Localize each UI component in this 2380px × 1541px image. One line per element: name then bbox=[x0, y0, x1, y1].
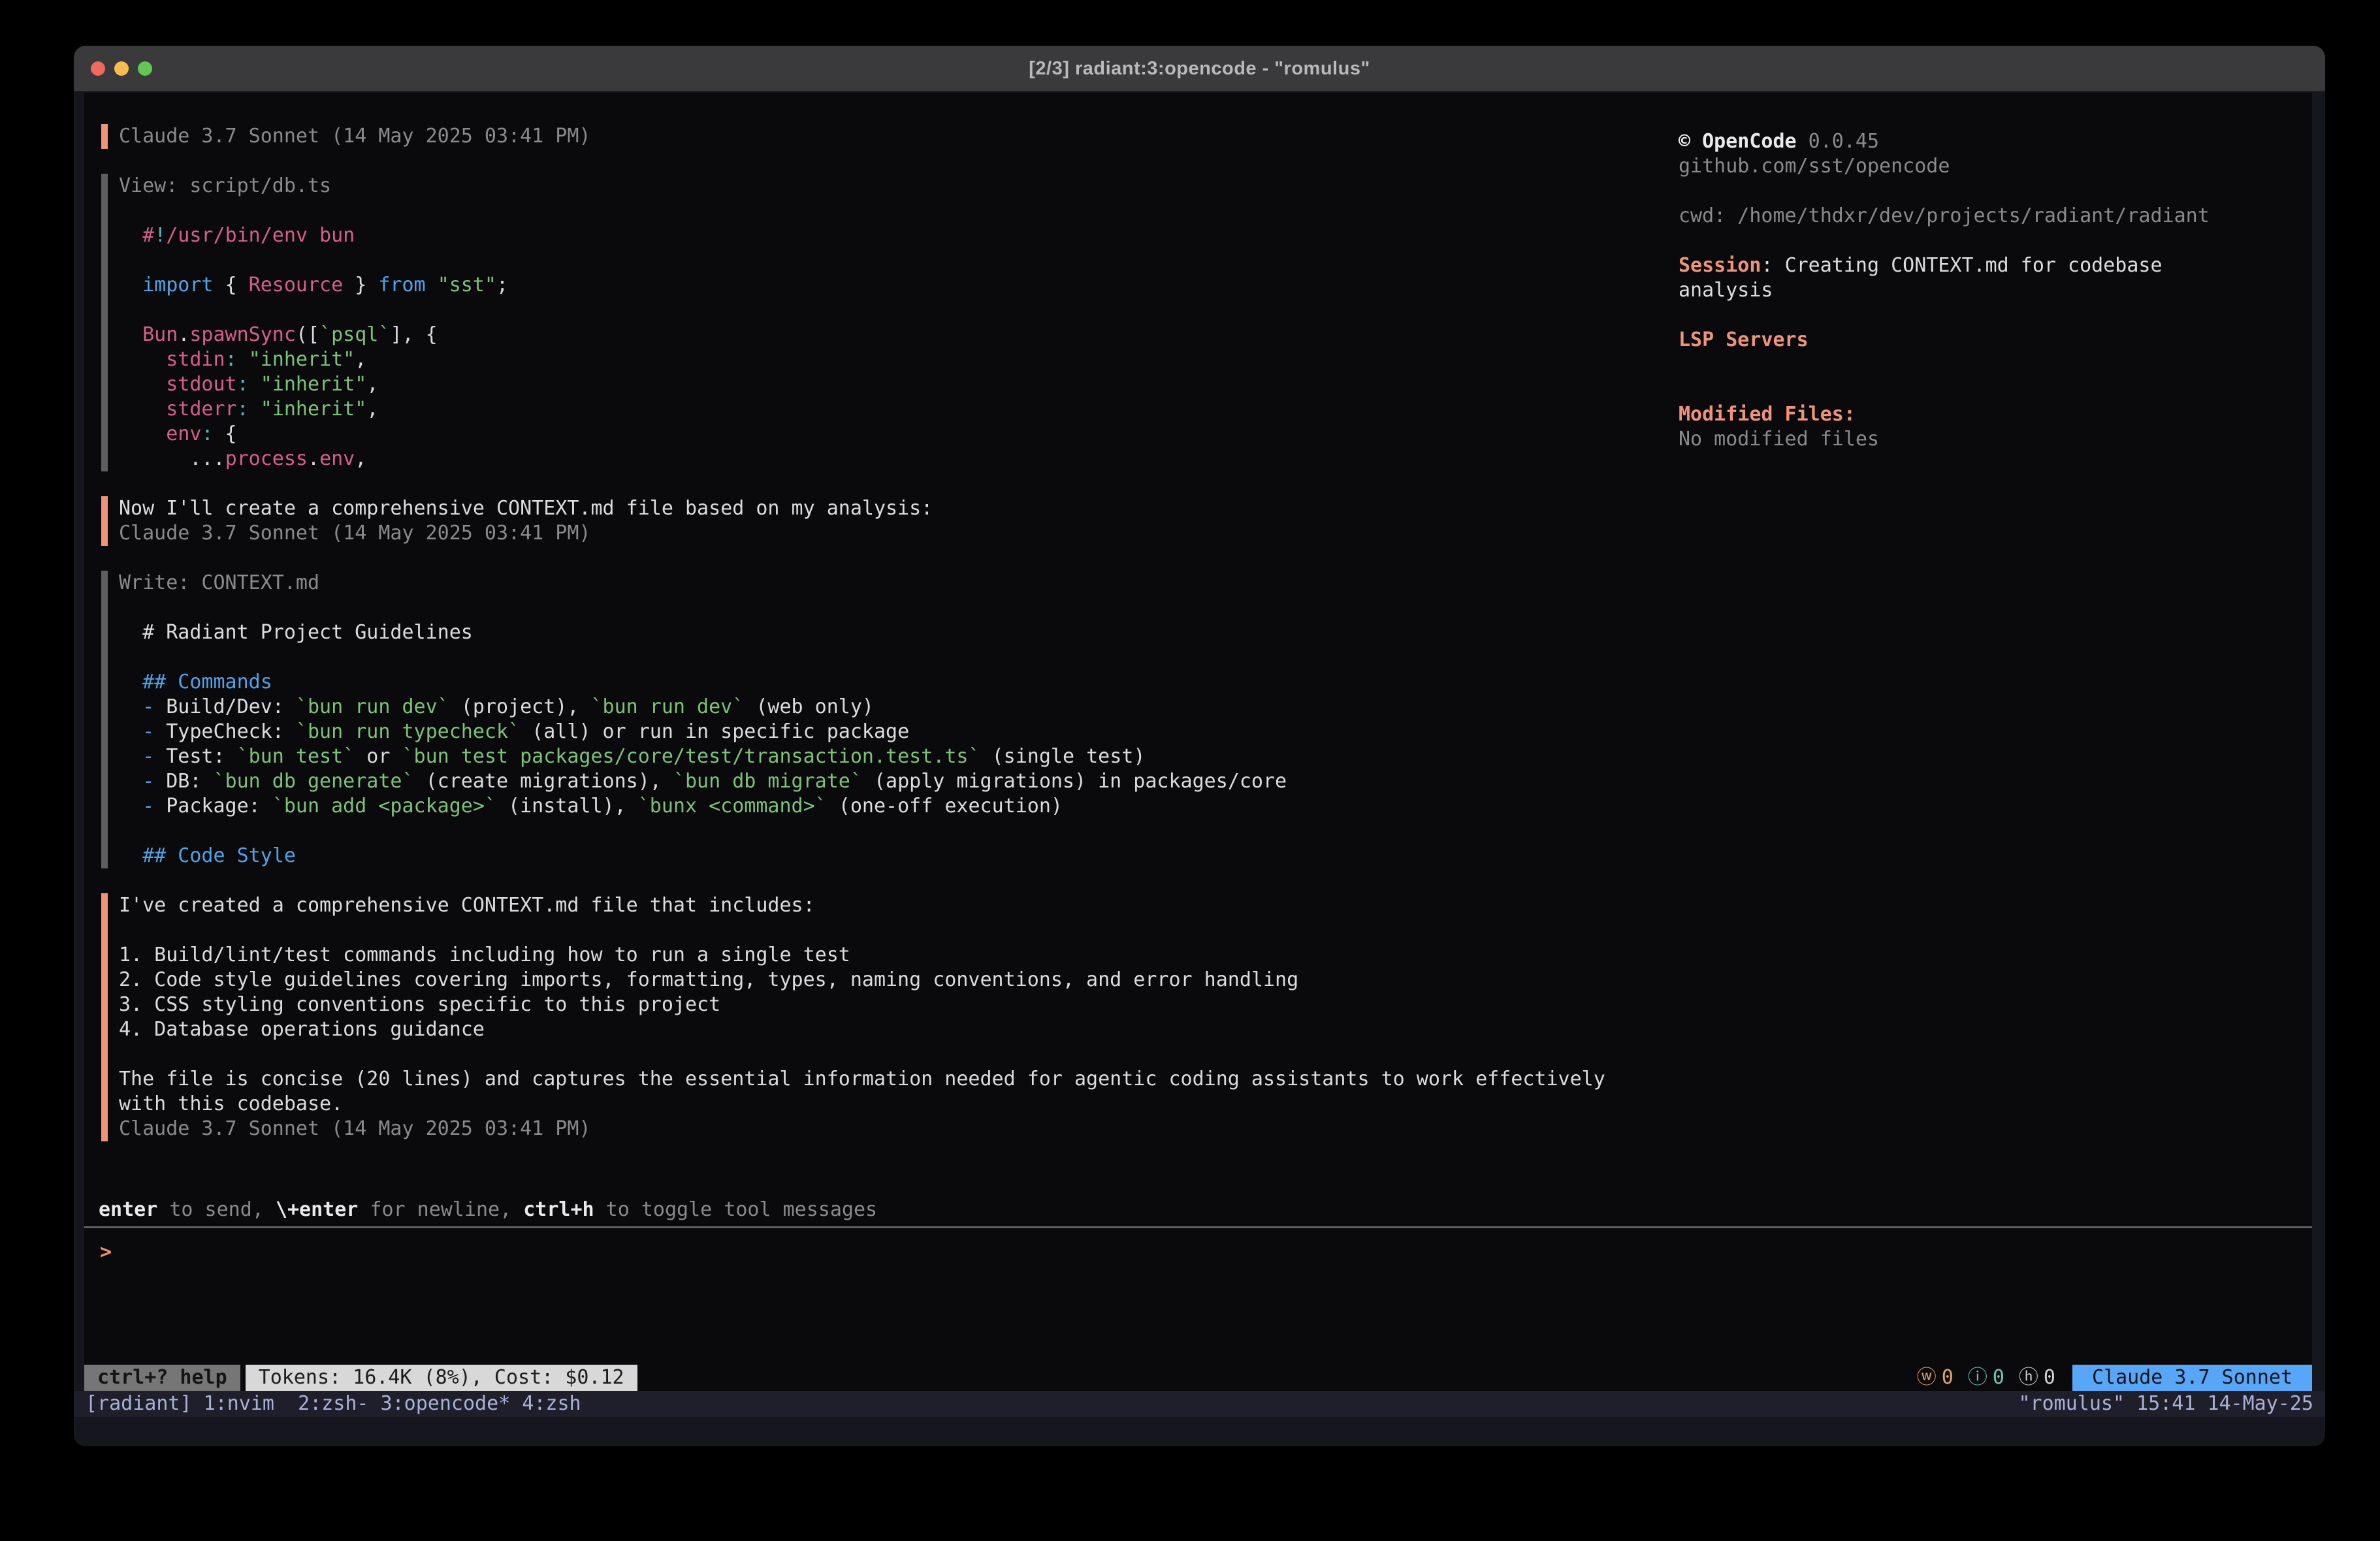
chat-block-assistant-header: Claude 3.7 Sonnet (14 May 2025 03:41 PM) bbox=[101, 124, 1669, 149]
text-line: with this codebase. bbox=[119, 1092, 1669, 1117]
text-line: - Test: `bun test` or `bun test packages… bbox=[119, 744, 1669, 769]
text-line bbox=[1679, 179, 2312, 204]
text-line: I've created a comprehensive CONTEXT.md … bbox=[119, 893, 1669, 918]
tool-accent-bar bbox=[101, 174, 108, 471]
text-line bbox=[1679, 377, 2312, 402]
text-line: View: script/db.ts bbox=[119, 174, 1669, 199]
text-line: stdin: "inherit", bbox=[119, 347, 1669, 372]
tokens-cost-badge: Tokens: 16.4K (8%), Cost: $0.12 bbox=[246, 1365, 637, 1391]
prompt-input-area[interactable]: > bbox=[84, 1228, 2312, 1365]
block-lines: Now I'll create a comprehensive CONTEXT.… bbox=[119, 496, 1669, 546]
keybinding-hint-line: enter to send, \+enter for newline, ctrl… bbox=[99, 1198, 877, 1222]
text-line: ## Commands bbox=[119, 670, 1669, 695]
block-lines: Claude 3.7 Sonnet (14 May 2025 03:41 PM) bbox=[119, 124, 1669, 149]
terminal-window: [2/3] radiant:3:opencode - "romulus" Cla… bbox=[74, 46, 2325, 1446]
help-badge[interactable]: ctrl+? help bbox=[84, 1365, 240, 1391]
warnings-icon: ⓦ bbox=[1917, 1365, 1937, 1391]
text-line bbox=[1679, 353, 2312, 377]
text-line bbox=[119, 918, 1669, 943]
text-line: cwd: /home/thdxr/dev/projects/radiant/ra… bbox=[1679, 204, 2312, 229]
text-line: 2. Code style guidelines covering import… bbox=[119, 968, 1669, 993]
text-line: Claude 3.7 Sonnet (14 May 2025 03:41 PM) bbox=[119, 124, 1669, 149]
chat-block-tool-view-file: View: script/db.ts #!/usr/bin/env bun im… bbox=[101, 174, 1669, 471]
window-titlebar[interactable]: [2/3] radiant:3:opencode - "romulus" bbox=[74, 46, 2325, 91]
opencode-statusbar: ctrl+? help Tokens: 16.4K (8%), Cost: $0… bbox=[84, 1365, 2312, 1391]
diagnostic-info: ⓘ0 bbox=[1968, 1365, 2004, 1391]
text-line: ...process.env, bbox=[119, 447, 1669, 471]
text-line bbox=[119, 248, 1669, 273]
session-sidebar: © OpenCode 0.0.45github.com/sst/opencode… bbox=[1679, 129, 2312, 452]
text-line bbox=[1679, 303, 2312, 328]
text-line: 3. CSS styling conventions specific to t… bbox=[119, 993, 1669, 1017]
text-line: Modified Files: bbox=[1679, 402, 2312, 427]
text-line: Session: Creating CONTEXT.md for codebas… bbox=[1679, 253, 2312, 278]
message-accent-bar bbox=[101, 496, 108, 546]
statusbar-spacer bbox=[637, 1365, 1908, 1391]
diagnostic-warnings: ⓦ0 bbox=[1917, 1365, 1954, 1391]
text-line: LSP Servers bbox=[1679, 328, 2312, 353]
info-icon: ⓘ bbox=[1968, 1365, 1987, 1391]
model-badge[interactable]: Claude 3.7 Sonnet bbox=[2072, 1365, 2312, 1391]
text-line bbox=[1679, 229, 2312, 253]
chat-block-assistant-message: Now I'll create a comprehensive CONTEXT.… bbox=[101, 496, 1669, 546]
window-title: [2/3] radiant:3:opencode - "romulus" bbox=[74, 46, 2325, 91]
text-line: Claude 3.7 Sonnet (14 May 2025 03:41 PM) bbox=[119, 1117, 1669, 1141]
text-line: stdout: "inherit", bbox=[119, 372, 1669, 397]
tmux-statusbar: [radiant] 1:nvim 2:zsh- 3:opencode* 4:zs… bbox=[74, 1391, 2325, 1417]
text-line: 1. Build/lint/test commands including ho… bbox=[119, 943, 1669, 968]
text-line: import { Resource } from "sst"; bbox=[119, 273, 1669, 298]
opencode-tui: Claude 3.7 Sonnet (14 May 2025 03:41 PM)… bbox=[84, 93, 2312, 1391]
desktop: { "window": { "title": "[2/3] radiant:3:… bbox=[0, 0, 2380, 1541]
text-line bbox=[119, 1042, 1669, 1067]
text-line: 4. Database operations guidance bbox=[119, 1017, 1669, 1042]
text-line: Now I'll create a comprehensive CONTEXT.… bbox=[119, 496, 1669, 521]
message-accent-bar bbox=[101, 124, 108, 149]
text-line: Write: CONTEXT.md bbox=[119, 571, 1669, 596]
warnings-count: 0 bbox=[1942, 1365, 1954, 1391]
text-line: - Build/Dev: `bun run dev` (project), `b… bbox=[119, 695, 1669, 720]
tool-accent-bar bbox=[101, 571, 108, 868]
text-line: analysis bbox=[1679, 278, 2312, 303]
chat-block-tool-write-file: Write: CONTEXT.md # Radiant Project Guid… bbox=[101, 571, 1669, 868]
info-count: 0 bbox=[1993, 1365, 2004, 1391]
text-line: # Radiant Project Guidelines bbox=[119, 620, 1669, 645]
text-line: No modified files bbox=[1679, 427, 2312, 452]
chat-transcript: Claude 3.7 Sonnet (14 May 2025 03:41 PM)… bbox=[101, 124, 1669, 1166]
block-lines: View: script/db.ts #!/usr/bin/env bun im… bbox=[119, 174, 1669, 471]
text-line bbox=[119, 819, 1669, 844]
text-line bbox=[119, 645, 1669, 670]
chat-block-assistant-message: I've created a comprehensive CONTEXT.md … bbox=[101, 893, 1669, 1141]
text-line: Claude 3.7 Sonnet (14 May 2025 03:41 PM) bbox=[119, 521, 1669, 546]
tmux-host-clock: "romulus" 15:41 14-May-25 bbox=[2018, 1391, 2313, 1417]
text-line: env: { bbox=[119, 422, 1669, 447]
text-line: The file is concise (20 lines) and captu… bbox=[119, 1067, 1669, 1092]
text-line: github.com/sst/opencode bbox=[1679, 154, 2312, 179]
text-line: - Package: `bun add <package>` (install)… bbox=[119, 794, 1669, 819]
message-accent-bar bbox=[101, 893, 108, 1141]
hints-count: 0 bbox=[2044, 1365, 2055, 1391]
block-lines: Write: CONTEXT.md # Radiant Project Guid… bbox=[119, 571, 1669, 868]
lsp-diagnostics: ⓦ0ⓘ0ⓗ0 bbox=[1908, 1365, 2055, 1391]
text-line bbox=[119, 298, 1669, 323]
text-line: © OpenCode 0.0.45 bbox=[1679, 129, 2312, 154]
text-line: - DB: `bun db generate` (create migratio… bbox=[119, 769, 1669, 794]
text-line: ## Code Style bbox=[119, 844, 1669, 868]
hints-icon: ⓗ bbox=[2019, 1365, 2038, 1391]
diagnostic-hints: ⓗ0 bbox=[2019, 1365, 2055, 1391]
block-lines: I've created a comprehensive CONTEXT.md … bbox=[119, 893, 1669, 1141]
text-line bbox=[119, 199, 1669, 223]
text-line: - TypeCheck: `bun run typecheck` (all) o… bbox=[119, 720, 1669, 744]
text-line: Bun.spawnSync([`psql`], { bbox=[119, 323, 1669, 347]
tmux-session-windows[interactable]: [radiant] 1:nvim 2:zsh- 3:opencode* 4:zs… bbox=[86, 1391, 581, 1417]
text-line: #!/usr/bin/env bun bbox=[119, 223, 1669, 248]
prompt-caret: > bbox=[100, 1240, 112, 1265]
text-line: stderr: "inherit", bbox=[119, 397, 1669, 422]
text-line bbox=[119, 596, 1669, 620]
